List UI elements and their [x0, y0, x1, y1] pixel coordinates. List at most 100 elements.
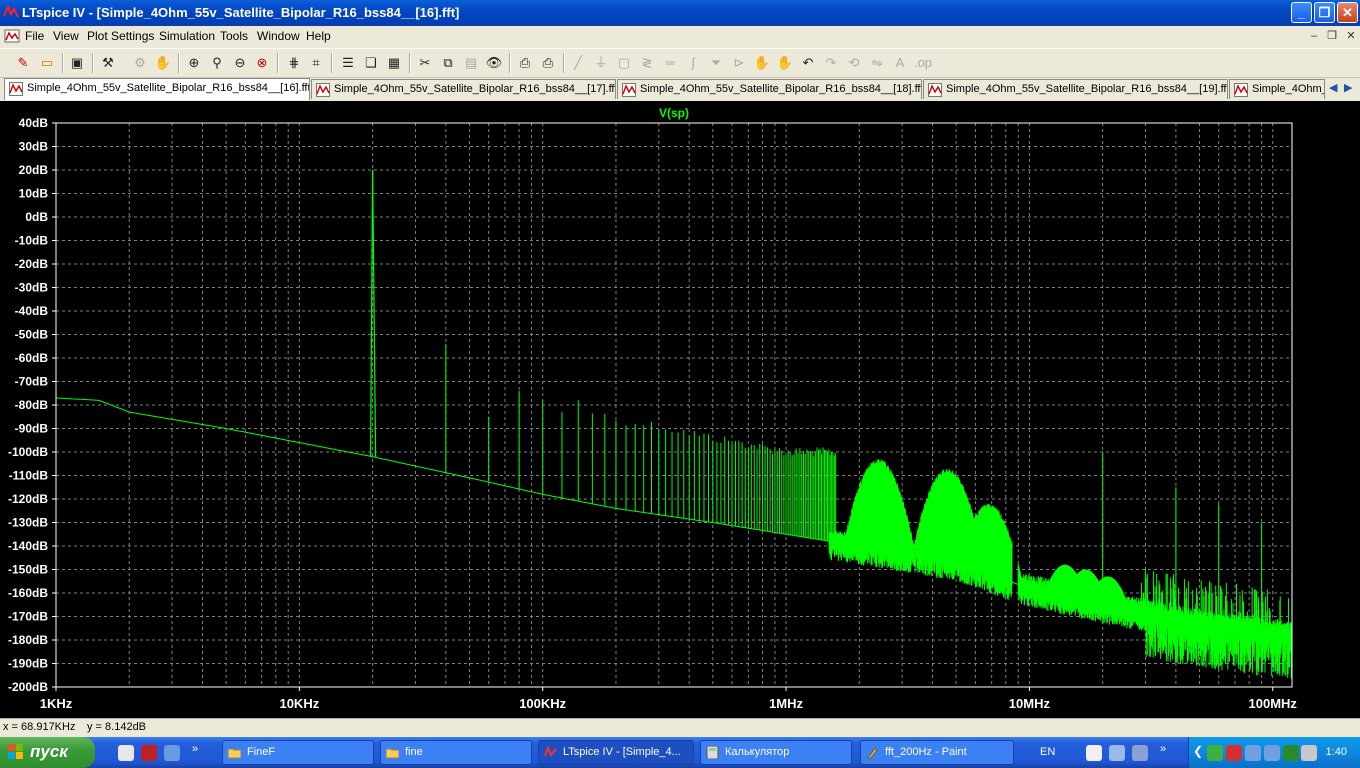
y-tick-label: 10dB	[19, 187, 49, 201]
new-schematic-icon[interactable]: ✎	[13, 53, 33, 73]
spice-directive-icon[interactable]: .op	[913, 53, 933, 73]
y-tick-label: 30dB	[19, 140, 49, 154]
task-ltspice[interactable]: LTspice IV - [Simple_4...	[538, 740, 694, 765]
tray-meter-icon[interactable]	[1283, 745, 1299, 761]
menu-file[interactable]: File	[25, 29, 44, 43]
menu-plot-settings[interactable]: Plot Settings	[87, 29, 154, 43]
language-indicator[interactable]: EN	[1040, 746, 1055, 758]
component-icon[interactable]: ⊳	[729, 53, 749, 73]
clock[interactable]: 1:40	[1326, 746, 1347, 758]
title-bar: LTspice IV - [Simple_4Ohm_55v_Satellite_…	[0, 0, 1360, 26]
find-binoculars-icon[interactable]: 👁	[484, 53, 504, 73]
trace-name-label[interactable]: V(sp)	[659, 106, 689, 120]
task-fine[interactable]: fine	[380, 740, 532, 765]
x-tick-label: 1MHz	[769, 696, 803, 711]
undo-icon[interactable]: ↶	[798, 53, 818, 73]
restore-button[interactable]: ❐	[1314, 2, 1335, 23]
tray-antivirus-icon[interactable]	[1207, 745, 1223, 761]
task-calculator[interactable]: Калькулятор	[700, 740, 852, 765]
zoom-in-icon[interactable]: ⊕	[184, 53, 204, 73]
tab-scroll-right-icon[interactable]: ▶	[1344, 81, 1352, 94]
y-tick-label: -170dB	[8, 610, 48, 624]
tray-device-icon[interactable]	[1132, 745, 1148, 761]
task-finef[interactable]: FineF	[222, 740, 374, 765]
quicklaunch-more-icon[interactable]: »	[192, 743, 198, 755]
autorange-icon[interactable]: ⋕	[284, 53, 304, 73]
text-icon[interactable]: A	[890, 53, 910, 73]
tray-network-icon[interactable]	[1109, 745, 1125, 761]
quicklaunch-pdf-icon[interactable]	[141, 745, 157, 761]
inductor-icon[interactable]: ∫	[683, 53, 703, 73]
redo-icon[interactable]: ↷	[821, 53, 841, 73]
copy-icon[interactable]: ⧉	[438, 53, 458, 73]
capacitor-icon[interactable]: ═	[660, 53, 680, 73]
folder-icon	[228, 748, 241, 759]
ltspice-app-icon[interactable]	[3, 4, 19, 20]
drag-hand-icon[interactable]: ✋	[775, 53, 795, 73]
resistor-icon[interactable]: ≷	[637, 53, 657, 73]
move-hand-icon[interactable]: ✋	[752, 53, 772, 73]
y-tick-label: -90dB	[15, 422, 49, 436]
system-tray: ❮ 1:40	[1188, 737, 1360, 768]
tab-fft-20[interactable]: Simple_4Ohm_	[1229, 79, 1325, 99]
mdi-restore-icon[interactable]: ❐	[1325, 29, 1339, 43]
print-icon[interactable]: ⎙	[538, 53, 558, 73]
halt-hand-icon[interactable]: ✋	[153, 53, 173, 73]
paste-icon[interactable]: ▤	[461, 53, 481, 73]
tab-fft-17[interactable]: Simple_4Ohm_55v_Satellite_Bipolar_R16_bs…	[311, 79, 616, 99]
tray-app-icon[interactable]	[1086, 745, 1102, 761]
mdi-minimize-icon[interactable]: –	[1307, 29, 1321, 43]
zoom-out-icon[interactable]: ⊖	[230, 53, 250, 73]
ground-icon[interactable]: ⏚	[591, 53, 611, 73]
tab-fft-18[interactable]: Simple_4Ohm_55v_Satellite_Bipolar_R16_bs…	[617, 79, 922, 99]
tab-scroll-left-icon[interactable]: ◀	[1329, 81, 1337, 94]
label-net-icon[interactable]: ▢	[614, 53, 634, 73]
y-tick-label: 0dB	[25, 210, 48, 224]
rotate-icon[interactable]: ⟲	[844, 53, 864, 73]
zoom-cancel-icon[interactable]: ⊗	[252, 53, 272, 73]
mirror-icon[interactable]: ⇋	[867, 53, 887, 73]
tab-fft-16[interactable]: Simple_4Ohm_55v_Satellite_Bipolar_R16_bs…	[4, 78, 310, 100]
tray-expand-icon[interactable]: ❮	[1193, 744, 1203, 758]
run-icon[interactable]: ⚙	[130, 53, 150, 73]
tray-display-icon[interactable]	[1264, 745, 1280, 761]
cascade-windows-icon[interactable]: ❏	[361, 53, 381, 73]
waveform-icon	[1234, 83, 1248, 97]
tray-monitor-icon[interactable]	[1245, 745, 1261, 761]
y-tick-label: -60dB	[15, 351, 49, 365]
control-panel-hammer-icon[interactable]: ⚒	[98, 53, 118, 73]
menu-simulation[interactable]: Simulation	[159, 29, 215, 43]
tile-vertically-icon[interactable]: ▦	[384, 53, 404, 73]
window-title: LTspice IV - [Simple_4Ohm_55v_Satellite_…	[22, 5, 460, 20]
pick-visible-traces-icon[interactable]: ⌗	[306, 53, 326, 73]
tray-security-icon[interactable]	[1226, 745, 1242, 761]
calculator-icon	[706, 746, 719, 759]
y-tick-label: -40dB	[15, 304, 49, 318]
quicklaunch-media-icon[interactable]	[118, 745, 134, 761]
cut-icon[interactable]: ✂	[415, 53, 435, 73]
tile-horizontally-icon[interactable]: ☰	[338, 53, 358, 73]
menu-tools[interactable]: Tools	[220, 29, 248, 43]
minimize-button[interactable]: _	[1291, 2, 1312, 23]
menu-window[interactable]: Window	[257, 29, 300, 43]
save-icon[interactable]: ▣	[67, 53, 87, 73]
document-icon[interactable]	[4, 28, 20, 44]
menu-view[interactable]: View	[53, 29, 79, 43]
tab-fft-19[interactable]: Simple_4Ohm_55v_Satellite_Bipolar_R16_bs…	[923, 79, 1228, 99]
open-folder-icon[interactable]: ▭	[37, 53, 57, 73]
tray-more-icon[interactable]: »	[1160, 743, 1166, 755]
diode-icon[interactable]: ⏷	[706, 53, 726, 73]
tray-volume-icon[interactable]	[1301, 745, 1317, 761]
waveform-plot-pane[interactable]: 40dB 30dB 20dB 10dB 0dB -10dB -20dB -30dB -40dB -…	[0, 101, 1360, 718]
y-tick-label: -180dB	[8, 633, 48, 647]
quicklaunch-browser-icon[interactable]	[164, 745, 180, 761]
close-button[interactable]: ✕	[1337, 2, 1358, 23]
print-setup-icon[interactable]: ⎙	[515, 53, 535, 73]
mdi-close-icon[interactable]: ✕	[1344, 29, 1358, 43]
start-button[interactable]: пуск	[0, 737, 95, 768]
task-paint[interactable]: fft_200Hz - Paint	[860, 740, 1014, 765]
draw-wire-icon[interactable]: ╱	[568, 53, 588, 73]
fft-chart[interactable]: 40dB 30dB 20dB 10dB 0dB -10dB -20dB -30dB -40dB -…	[0, 101, 1360, 718]
menu-help[interactable]: Help	[306, 29, 331, 43]
zoom-area-icon[interactable]: ⚲	[207, 53, 227, 73]
